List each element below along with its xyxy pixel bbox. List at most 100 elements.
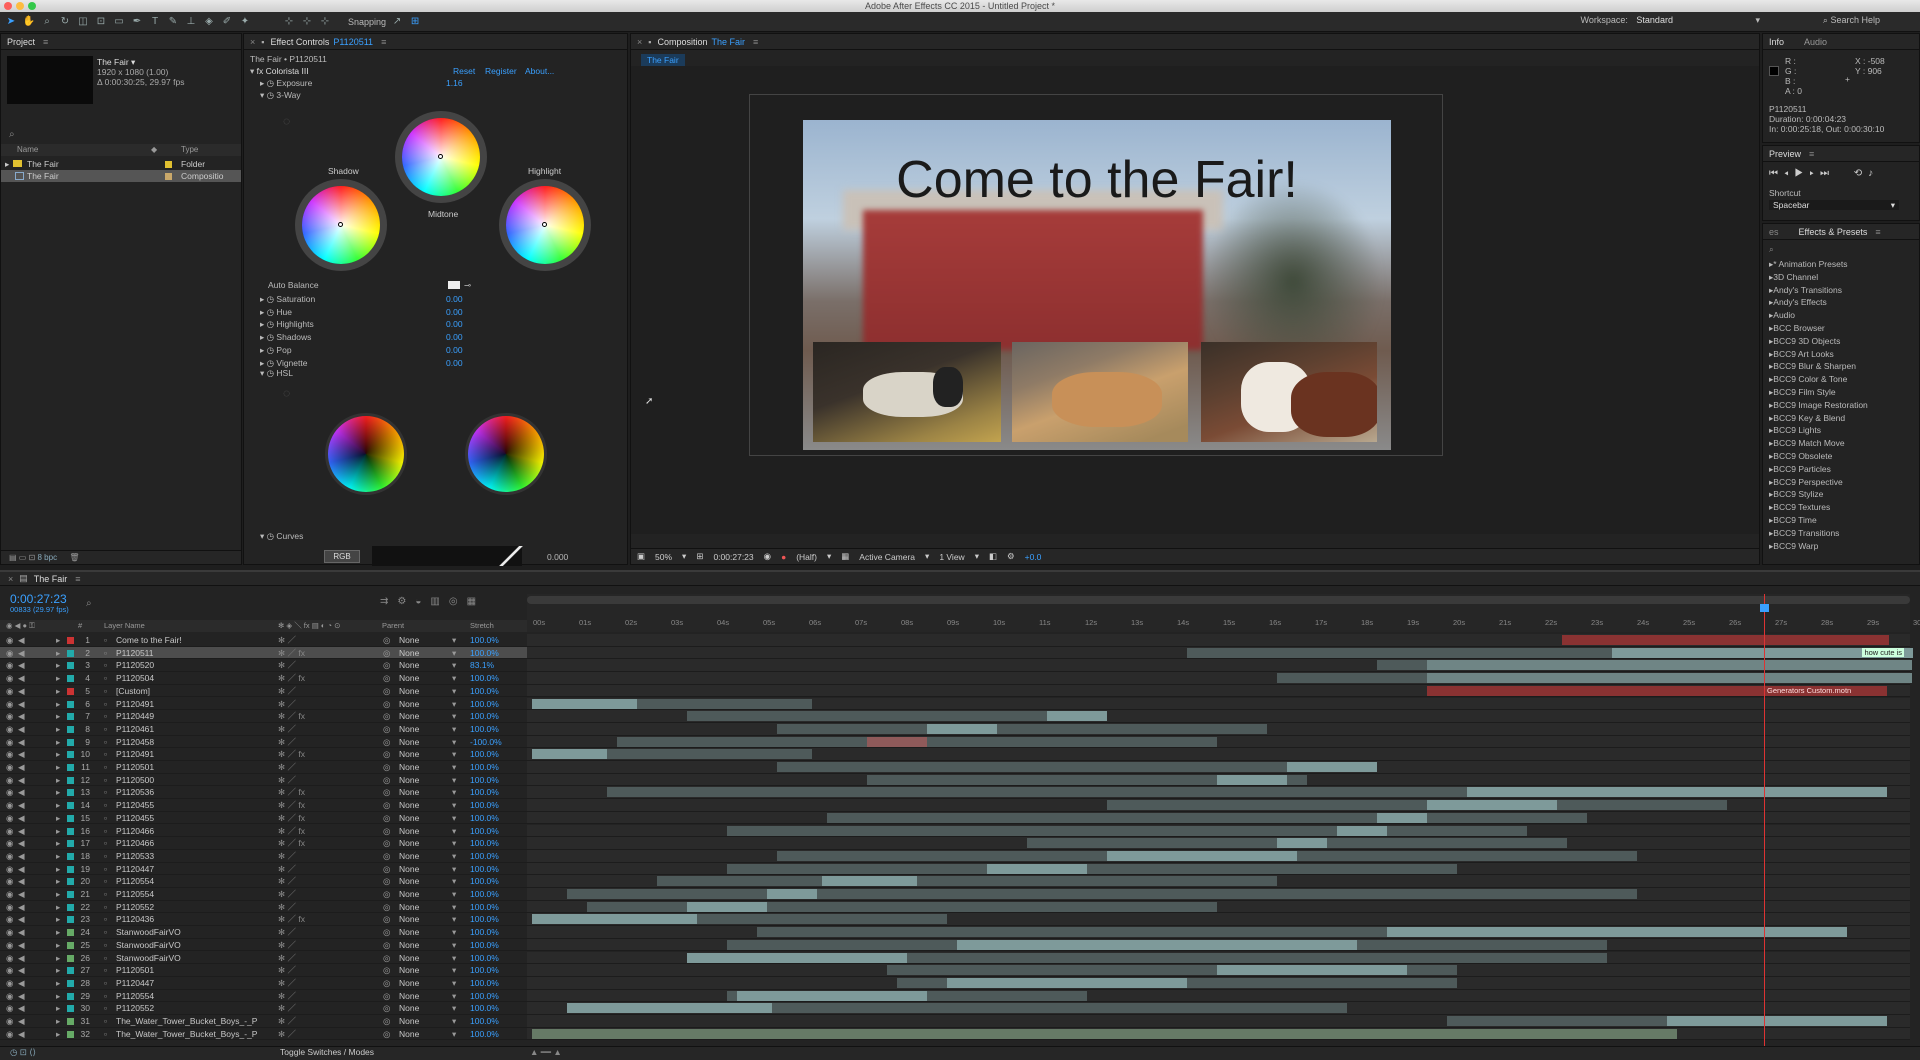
layer-row[interactable]: ◉ ◀ ▸ 9 ▫ P1120458 ✻ ／ ◎ None ▾ -100.0%	[0, 736, 527, 749]
label-color-swatch[interactable]	[67, 637, 74, 644]
pen-tool-icon[interactable]: ✒	[130, 15, 144, 29]
trash-icon[interactable]: 🗑	[69, 553, 79, 562]
layer-row[interactable]: ◉ ◀ ▸ 25 ▫ StanwoodFairVO ✻ ／ ◎ None ▾ 100.0%	[0, 939, 527, 952]
layer-row[interactable]: ◉ ◀ ▸ 30 ▫ P1120552 ✻ ／ ◎ None ▾ 100.0%	[0, 1002, 527, 1015]
stretch-value[interactable]: 100.0%	[470, 901, 499, 914]
camera-tool-icon[interactable]: ◫	[76, 15, 90, 29]
transparency-grid-icon[interactable]: ▦	[841, 551, 849, 562]
effects-category[interactable]: ▸BCC9 Textures	[1769, 501, 1830, 514]
effects-category[interactable]: ▸BCC9 Perspective	[1769, 476, 1843, 489]
stretch-value[interactable]: 100.0%	[470, 990, 499, 1003]
selection-tool-icon[interactable]: ➤	[4, 15, 18, 29]
sheep-photo[interactable]	[813, 342, 1001, 442]
layer-track[interactable]: how cute is	[527, 646, 1913, 660]
last-frame-icon[interactable]: ⏭	[1820, 168, 1835, 179]
clone-stamp-tool-icon[interactable]: ⊥	[184, 15, 198, 29]
audio-speaker-icon[interactable]: ◀	[18, 926, 25, 939]
chevron-down-icon[interactable]: ▾	[452, 888, 456, 901]
layer-duration-bar[interactable]	[1217, 965, 1407, 976]
stretch-value[interactable]: 100.0%	[470, 685, 499, 698]
disclosure-right-icon[interactable]: ▸	[260, 78, 267, 88]
label-color-swatch[interactable]	[67, 916, 74, 924]
layer-row[interactable]: ◉ ◀ ▸ 26 ▫ StanwoodFairVO ✻ ／ ◎ None ▾ 100.0%	[0, 952, 527, 965]
project-item-folder[interactable]: ▸ The Fair Folder	[1, 158, 241, 170]
parent-dropdown[interactable]: None	[399, 888, 419, 901]
project-search-icon[interactable]: ⌕	[9, 129, 15, 140]
layer-switches[interactable]: ✻ ／	[278, 736, 296, 749]
chevron-down-icon[interactable]: ▾	[452, 710, 456, 723]
workspace-selector[interactable]: Workspace: Standard ▾	[1581, 15, 1760, 26]
layer-name[interactable]: StanwoodFairVO	[116, 939, 181, 952]
layer-track[interactable]	[527, 761, 1910, 774]
pickwhip-icon[interactable]: ◎	[383, 964, 390, 977]
label-color-swatch[interactable]	[67, 827, 74, 835]
layer-switches[interactable]: ✻ ／	[278, 977, 296, 990]
param-shadows[interactable]: ▸ ◷ Shadows 0.00	[260, 331, 560, 343]
layer-name[interactable]: P1120554	[116, 888, 154, 901]
effects-category[interactable]: ▸BCC9 Color & Tone	[1769, 373, 1847, 386]
parent-dropdown[interactable]: None	[399, 901, 419, 914]
effects-category[interactable]: ▸3D Channel	[1769, 271, 1818, 284]
layer-row[interactable]: ◉ ◀ ▸ 10 ▫ P1120491 ✻ ／ fx ◎ None ▾ 100.0%	[0, 748, 527, 761]
visibility-eye-icon[interactable]: ◉	[6, 990, 13, 1003]
disclosure-right-icon[interactable]: ▸	[56, 952, 60, 965]
stretch-value[interactable]: 100.0%	[470, 850, 499, 863]
audio-speaker-icon[interactable]: ◀	[18, 634, 25, 647]
shy-icon[interactable]: ◒	[415, 596, 430, 607]
parent-dropdown[interactable]: None	[399, 736, 419, 749]
param-curves[interactable]: ▾ ◷ Curves	[260, 530, 303, 542]
chevron-down-icon[interactable]: ▾	[452, 812, 456, 825]
layer-duration-bar[interactable]	[1387, 927, 1847, 938]
chevron-down-icon[interactable]: ▾	[452, 761, 456, 774]
stopwatch-icon[interactable]: ◷	[267, 531, 277, 541]
puppet-tool-icon[interactable]: ✦	[238, 15, 252, 29]
layer-track[interactable]	[527, 913, 1910, 927]
layer-track[interactable]	[527, 824, 1910, 838]
parent-dropdown[interactable]: None	[399, 863, 419, 876]
stretch-value[interactable]: 100.0%	[470, 1002, 499, 1015]
interpret-footage-icon[interactable]: ▤	[9, 553, 19, 562]
effects-category[interactable]: ▸BCC9 Lights	[1769, 424, 1821, 437]
param-exposure[interactable]: ▸ ◷ Exposure 1.16	[260, 77, 560, 89]
label-color-swatch[interactable]	[67, 992, 74, 1000]
effects-category[interactable]: ▸Andy's Effects	[1769, 296, 1827, 309]
new-folder-icon[interactable]: ▭	[19, 553, 29, 562]
register-link[interactable]: Register	[485, 65, 517, 77]
pan-behind-tool-icon[interactable]: ⊡	[94, 15, 108, 29]
workspace-value[interactable]: Standard	[1636, 15, 1673, 25]
layer-track[interactable]	[527, 1027, 1910, 1041]
layer-track[interactable]	[527, 786, 1910, 800]
view-layout-dropdown[interactable]: 1 View	[939, 552, 964, 562]
fx-icon[interactable]: fx	[257, 66, 266, 76]
chevron-down-icon[interactable]: ▾	[452, 850, 456, 863]
label-color-swatch[interactable]	[67, 1005, 74, 1013]
layer-track[interactable]	[527, 849, 1910, 863]
layer-duration-bar[interactable]	[827, 812, 1587, 823]
disclosure-right-icon[interactable]: ▸	[56, 901, 60, 914]
param-vignette[interactable]: ▸ ◷ Vignette 0.00	[260, 357, 560, 369]
wheel-handle[interactable]	[338, 222, 343, 227]
effects-category[interactable]: ▸BCC9 Time	[1769, 514, 1817, 527]
layer-track[interactable]	[527, 837, 1910, 850]
visibility-eye-icon[interactable]: ◉	[6, 888, 13, 901]
layer-switches[interactable]: ✻ ／ fx	[278, 825, 305, 838]
layer-row[interactable]: ◉ ◀ ▸ 17 ▫ P1120466 ✻ ／ fx ◎ None ▾ 100.0%	[0, 837, 527, 850]
column-type[interactable]: Type	[181, 144, 198, 156]
visibility-eye-icon[interactable]: ◉	[6, 710, 13, 723]
disclosure-right-icon[interactable]: ▸	[260, 332, 267, 342]
param-value[interactable]: 0.00	[446, 331, 463, 343]
param-pop[interactable]: ▸ ◷ Pop 0.00	[260, 344, 560, 356]
layer-switches[interactable]: ✻ ／ fx	[278, 647, 305, 660]
disclosure-right-icon[interactable]: ▸	[260, 319, 267, 329]
column-name[interactable]: Name	[17, 144, 38, 156]
work-area-bar[interactable]	[527, 596, 1910, 604]
layer-row[interactable]: ◉ ◀ ▸ 3 ▫ P1120520 ✻ ／ ◎ None ▾ 83.1%	[0, 659, 527, 673]
layer-duration-bar[interactable]	[567, 1003, 772, 1014]
audio-speaker-icon[interactable]: ◀	[18, 977, 25, 990]
layer-track[interactable]	[527, 659, 1912, 673]
parent-dropdown[interactable]: None	[399, 926, 419, 939]
layer-name[interactable]: P1120511	[116, 647, 154, 660]
chevron-down-icon[interactable]: ▾	[925, 551, 929, 562]
auto-balance-swatch[interactable]	[448, 281, 460, 289]
layer-row[interactable]: ◉ ◀ ▸ 29 ▫ P1120554 ✻ ／ ◎ None ▾ 100.0%	[0, 990, 527, 1003]
